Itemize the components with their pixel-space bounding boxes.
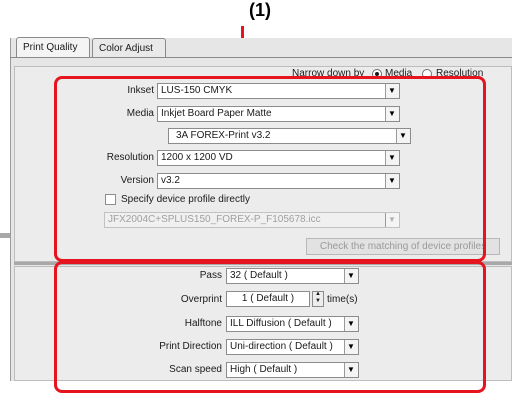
highlight-box-lower <box>54 261 486 393</box>
tab-color-adjust[interactable]: Color Adjust <box>92 38 166 57</box>
tab-divider <box>10 57 512 58</box>
background-bar-left <box>0 233 10 238</box>
callout-label: (1) <box>249 0 271 20</box>
highlight-box-upper <box>54 76 486 262</box>
tab-print-quality[interactable]: Print Quality <box>16 37 90 58</box>
